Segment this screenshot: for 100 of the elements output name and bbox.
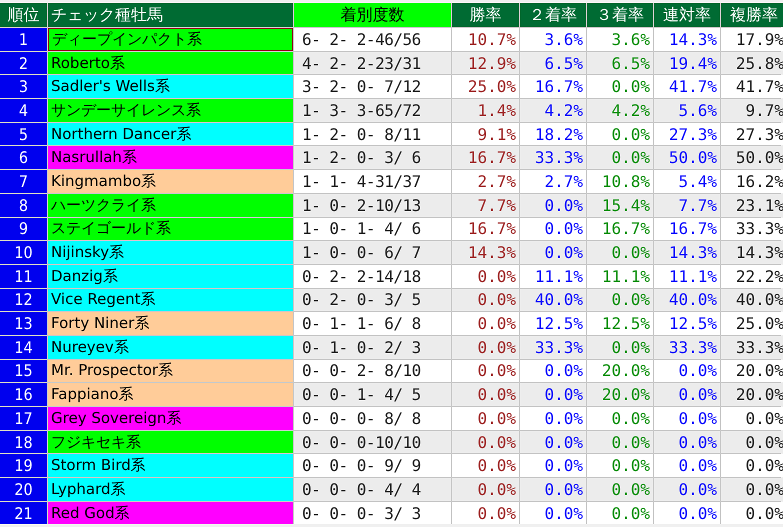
table-cell: 14.3% (452, 241, 519, 264)
table-cell: 0- 0- 1- 4/ 5 (294, 383, 451, 406)
table-cell: 19.4% (654, 52, 720, 74)
table-cell: 0.0% (452, 360, 519, 382)
table-cell: 0- 2- 0- 3/ 5 (294, 288, 451, 312)
table-cell: 0- 0- 0- 9/ 9 (294, 454, 451, 478)
table-cell: 5.4% (654, 170, 720, 193)
table-cell: 14.3% (654, 28, 720, 51)
table-cell: 7.7% (654, 194, 720, 216)
sire-line-cell[interactable]: ステイゴールド系 (48, 218, 293, 240)
table-cell: 4.2% (520, 99, 586, 122)
table-cell: 0.0% (520, 383, 586, 406)
table-cell: 0.0% (654, 360, 720, 382)
sire-line-cell[interactable]: Lyphard系 (48, 478, 293, 501)
rank-cell: 2 (0, 52, 47, 74)
sire-line-cell[interactable]: Kingmambo系 (48, 170, 293, 193)
table-cell: 11.1% (654, 264, 720, 288)
table-cell: 0.0% (452, 264, 519, 288)
table-cell: 0.0% (452, 430, 519, 454)
table-cell: 12.5% (520, 312, 586, 335)
table-cell: 0- 1- 1- 6/ 8 (294, 312, 451, 335)
sire-line-cell[interactable]: Sadler's Wells系 (48, 75, 293, 98)
sire-line-cell[interactable]: Grey Sovereign系 (48, 407, 293, 430)
sire-line-cell[interactable]: Fappiano系 (48, 383, 293, 406)
sire-line-cell[interactable]: ディープインパクト系 (48, 28, 293, 51)
sire-line-cell[interactable]: Storm Bird系 (48, 454, 293, 478)
table-cell: 10.7% (452, 28, 519, 51)
sire-line-cell[interactable]: Red God系 (48, 502, 293, 524)
table-cell: 33.3% (520, 146, 586, 170)
sire-line-cell[interactable]: Northern Dancer系 (48, 122, 293, 146)
sire-line-cell[interactable]: Roberto系 (48, 52, 293, 74)
table-cell: 20.0% (587, 383, 653, 406)
rank-cell: 1 (0, 28, 47, 51)
table-cell: 0.0% (452, 312, 519, 335)
table-cell: 0.0% (654, 430, 720, 454)
sire-line-cell[interactable]: Nureyev系 (48, 336, 293, 359)
table-cell: 4- 2- 2-23/31 (294, 52, 451, 74)
table-cell: 3.6% (587, 28, 653, 51)
table-cell: 0.0% (520, 502, 586, 524)
table-cell: 20.0% (587, 360, 653, 382)
table-cell: 2.7% (520, 170, 586, 193)
sire-line-cell[interactable]: Nasrullah系 (48, 146, 293, 170)
sire-line-cell[interactable]: Vice Regent系 (48, 288, 293, 312)
table-cell: 0.0% (587, 122, 653, 146)
rank-cell: 14 (0, 336, 47, 359)
rank-cell: 8 (0, 194, 47, 216)
sire-line-cell[interactable]: Nijinsky系 (48, 241, 293, 264)
sire-line-cell[interactable]: ハーツクライ系 (48, 194, 293, 216)
table-cell: 0- 0- 0- 4/ 4 (294, 478, 451, 501)
sire-line-cell[interactable]: サンデーサイレンス系 (48, 99, 293, 122)
rank-cell: 15 (0, 360, 47, 382)
table-cell: 16.7% (452, 218, 519, 240)
table-cell: 2.7% (452, 170, 519, 193)
table-cell: 3.6% (520, 28, 586, 51)
sire-line-cell[interactable]: Danzig系 (48, 264, 293, 288)
rank-cell: 7 (0, 170, 47, 193)
table-cell: 0.0% (587, 478, 653, 501)
column-header: チェック種牡馬 (48, 3, 293, 27)
rank-cell: 21 (0, 502, 47, 524)
table-cell: 12.5% (654, 312, 720, 335)
table-cell: 0.0% (654, 407, 720, 430)
table-cell: 0.0% (587, 241, 653, 264)
table-cell: 27.3% (654, 122, 720, 146)
table-cell: 5.6% (654, 99, 720, 122)
table-cell: 0- 0- 0-10/10 (294, 430, 451, 454)
table-cell: 0.0% (587, 430, 653, 454)
table-cell: 0.0% (654, 478, 720, 501)
table-cell: 0- 0- 0- 8/ 8 (294, 407, 451, 430)
table-cell: 0.0% (520, 407, 586, 430)
rank-cell: 3 (0, 75, 47, 98)
sire-line-cell[interactable]: フジキセキ系 (48, 430, 293, 454)
table-cell: 1- 1- 4-31/37 (294, 170, 451, 193)
rank-cell: 18 (0, 430, 47, 454)
table-cell: 15.4% (587, 194, 653, 216)
table-cell: 25.0% (452, 75, 519, 98)
table-cell: 0- 0- 0- 3/ 3 (294, 502, 451, 524)
table-cell: 6- 2- 2-46/56 (294, 28, 451, 51)
table-cell: 3- 2- 0- 7/12 (294, 75, 451, 98)
table-cell: 0.0% (520, 241, 586, 264)
table-cell: 40.0% (654, 288, 720, 312)
column-header: 着別度数 (294, 3, 451, 27)
table-cell: 14.3% (654, 241, 720, 264)
table-cell: 0.0% (587, 146, 653, 170)
table-cell: 0.0% (520, 360, 586, 382)
table-cell: 1- 2- 0- 3/ 6 (294, 146, 451, 170)
table-cell: 18.2% (520, 122, 586, 146)
table-cell: 1.4% (452, 99, 519, 122)
table-cell: 10.8% (587, 170, 653, 193)
rank-cell: 9 (0, 218, 47, 240)
table-cell: 12.9% (452, 52, 519, 74)
table-cell: 33.3% (520, 336, 586, 359)
table-cell: 0.0% (520, 194, 586, 216)
table-cell: 0.0% (587, 75, 653, 98)
rank-cell: 6 (0, 146, 47, 170)
sire-line-cell[interactable]: Forty Niner系 (48, 312, 293, 335)
table-cell: 0.0% (587, 454, 653, 478)
sire-line-cell[interactable]: Mr. Prospector系 (48, 360, 293, 382)
table-cell: 12.5% (587, 312, 653, 335)
column-header: 勝率 (452, 3, 519, 27)
rank-cell: 17 (0, 407, 47, 430)
